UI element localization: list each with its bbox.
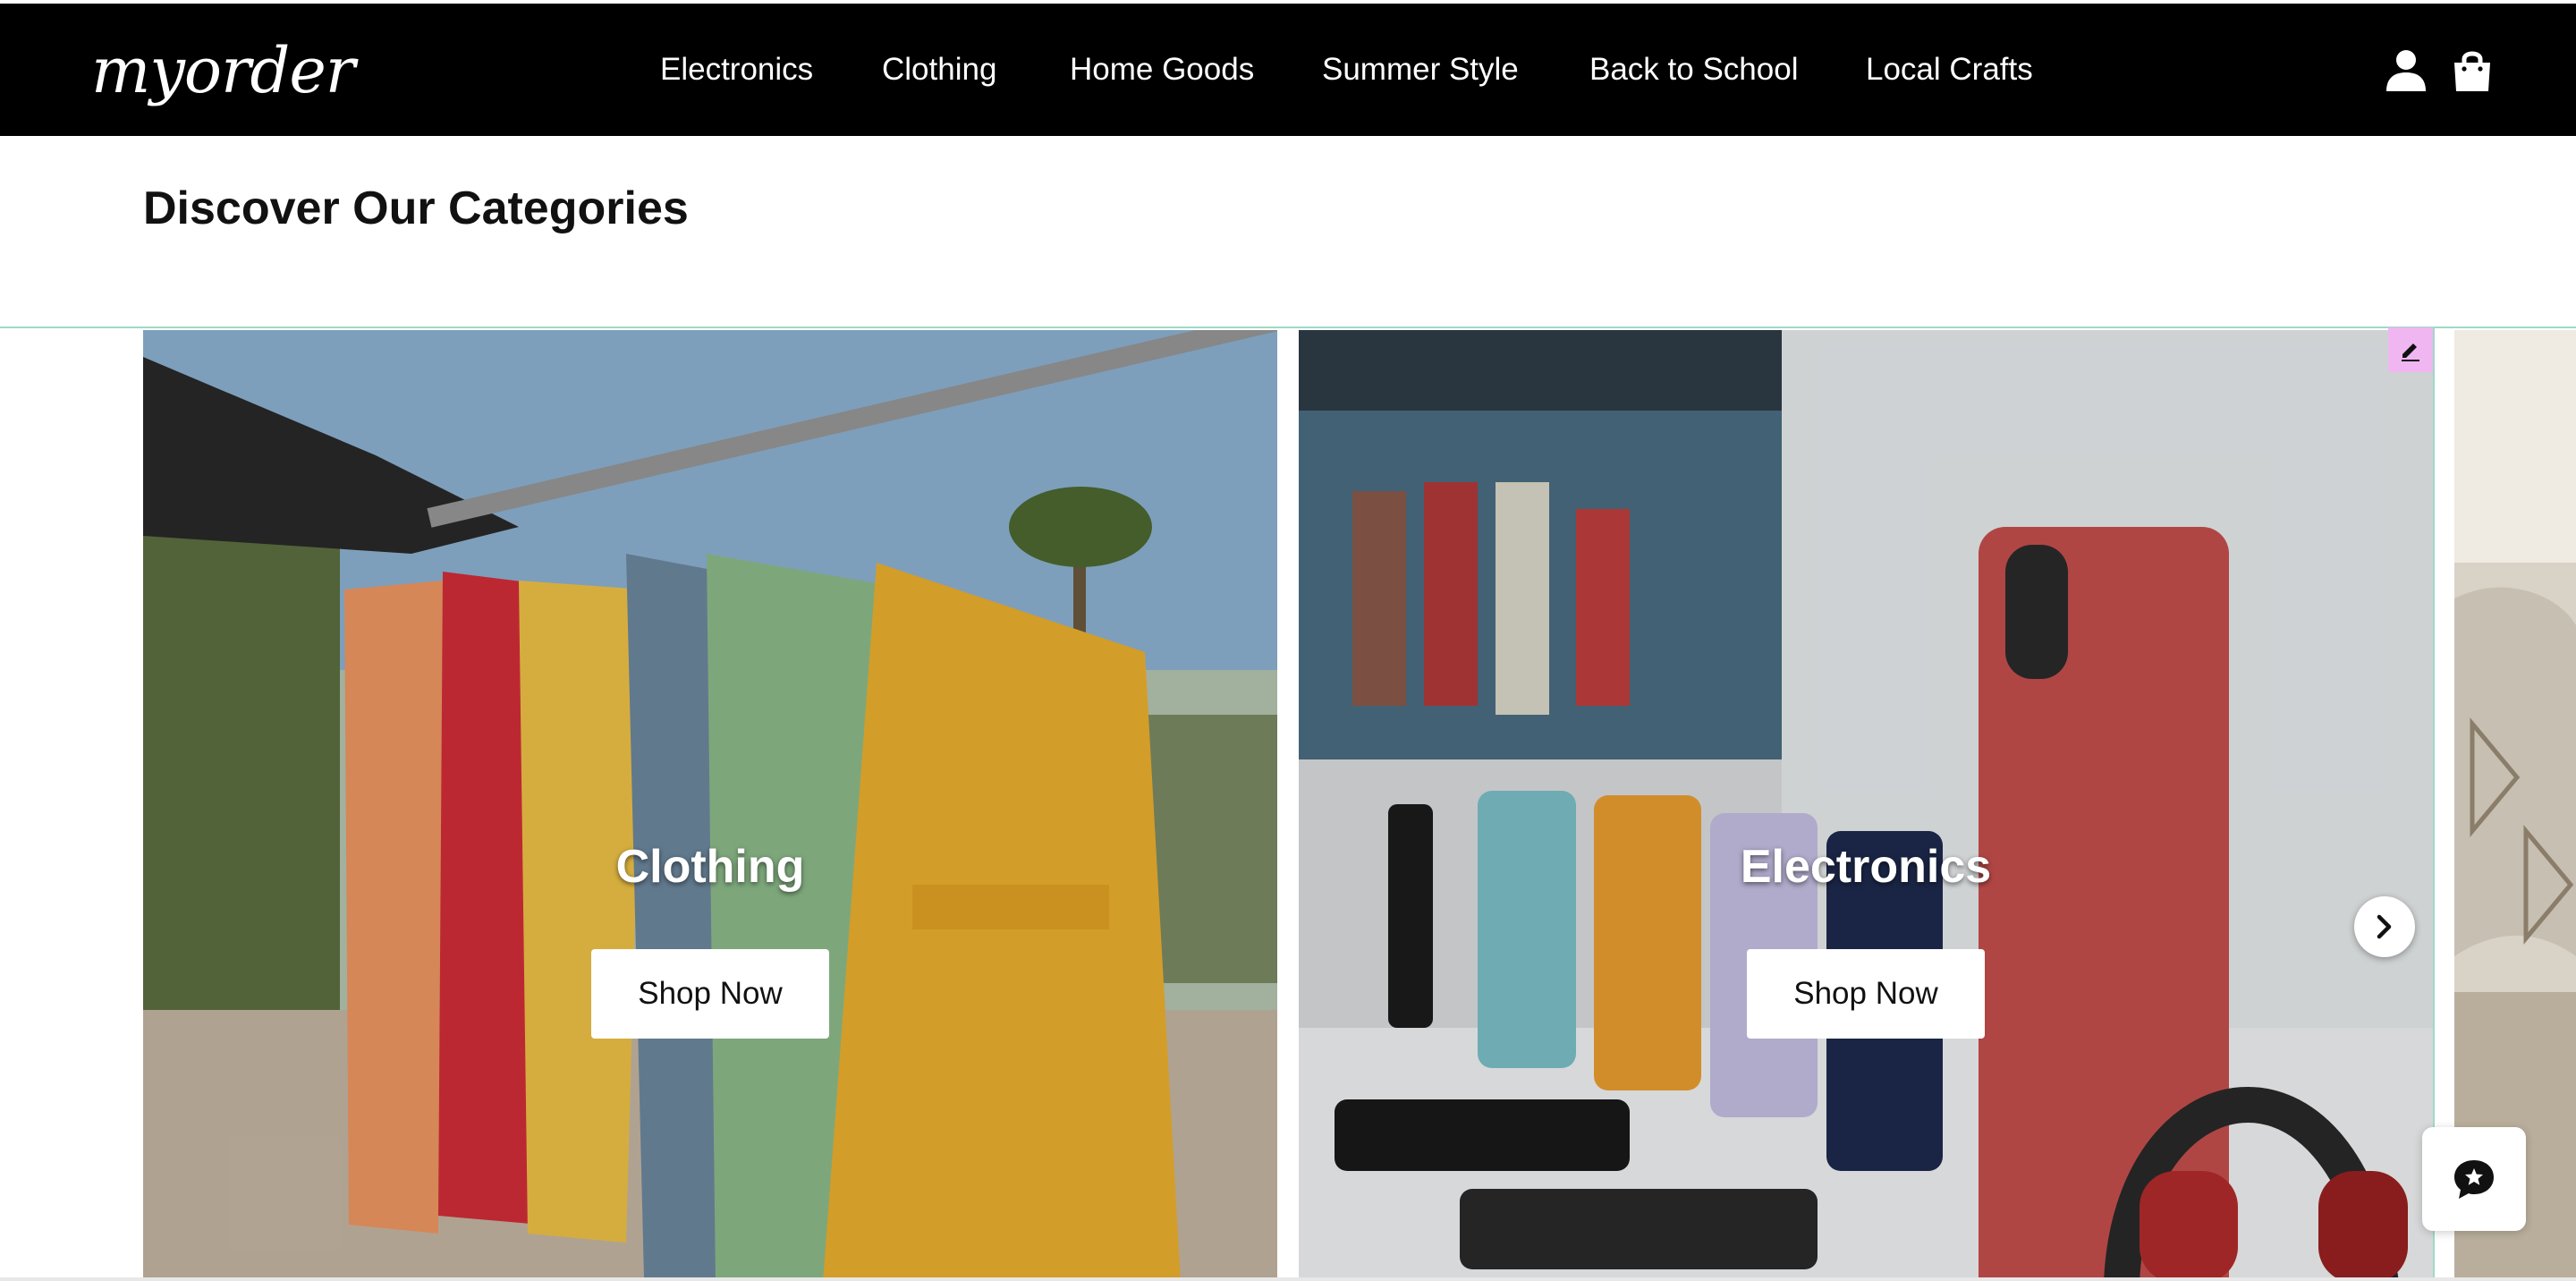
top-navigation-bar: myorder Electronics Clothing Home Goods …: [0, 4, 2576, 136]
shop-now-button[interactable]: Shop Now: [591, 949, 829, 1039]
page-title: Discover Our Categories: [143, 182, 689, 234]
nav-item-back-to-school[interactable]: Back to School: [1589, 50, 1798, 89]
nav-item-clothing[interactable]: Clothing: [882, 50, 996, 89]
pencil-icon[interactable]: [2388, 327, 2433, 372]
nav-item-home-goods[interactable]: Home Goods: [1070, 50, 1254, 89]
shop-now-button[interactable]: Shop Now: [1747, 949, 1985, 1039]
category-carousel: Clothing Shop Now Electronics Shop Now: [0, 327, 2576, 1281]
nav-item-local-crafts[interactable]: Local Crafts: [1866, 50, 2033, 89]
nav-item-electronics[interactable]: Electronics: [660, 50, 813, 89]
user-icon[interactable]: [2385, 48, 2428, 93]
chevron-right-icon[interactable]: [2354, 896, 2415, 957]
category-title: Clothing: [615, 841, 805, 893]
main-nav: Electronics Clothing Home Goods Summer S…: [0, 4, 2576, 136]
category-card-clothing[interactable]: Clothing Shop Now: [143, 330, 1277, 1281]
category-card-electronics[interactable]: Electronics Shop Now: [1299, 330, 2433, 1281]
category-title: Electronics: [1740, 841, 1992, 893]
nav-item-summer-style[interactable]: Summer Style: [1322, 50, 1519, 89]
card-overlay: [143, 330, 1277, 1281]
chat-bubble-icon[interactable]: [2422, 1127, 2526, 1231]
page-bottom-edge: [0, 1277, 2576, 1281]
shopping-bag-icon[interactable]: [2451, 48, 2494, 93]
card-overlay: [1299, 330, 2433, 1281]
